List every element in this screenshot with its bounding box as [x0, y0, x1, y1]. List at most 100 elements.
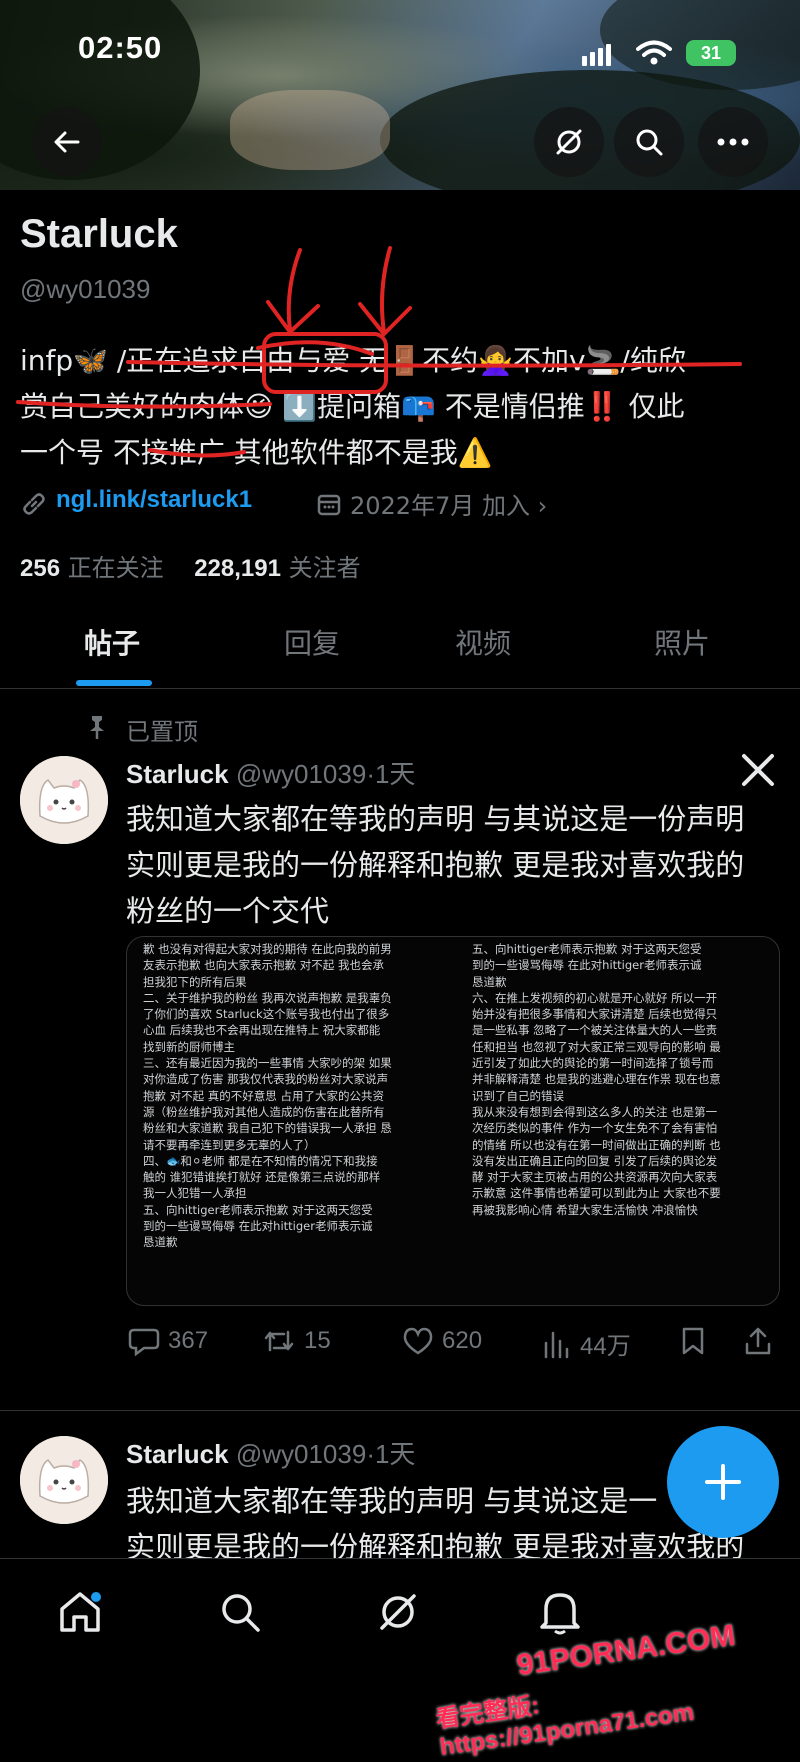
statement-line: 对你造成了伤害 那我仅代表我的粉丝对大家说声: [143, 1072, 389, 1087]
statement-line: 歉 也没有对得起大家对我的期待 在此向我的前男: [143, 942, 392, 956]
following-count: 256: [20, 555, 61, 582]
tab-replies[interactable]: 回复: [284, 622, 340, 662]
more-icon: [717, 138, 749, 146]
statement-line: 二、关于维护我的粉丝 我再次说声抱歉 是我辜负: [143, 990, 392, 1005]
status-time: 02:50: [78, 30, 163, 65]
grok-button[interactable]: [534, 107, 604, 177]
search-button[interactable]: [614, 107, 684, 177]
post-text-line: 我知道大家都在等我的声明 与其说这是一份声明: [126, 802, 745, 836]
statement-line: 是一些私事 忽略了一个被关注体量大的人一些责: [472, 1023, 718, 1038]
battery-indicator: 31: [686, 40, 736, 66]
statement-line: 始并没有把很多事情和大家讲清楚 后续也觉得只: [472, 1007, 718, 1022]
repost-icon: [264, 1330, 294, 1352]
share-icon: [745, 1327, 771, 1355]
views-icon: [544, 1331, 569, 1358]
following-label: 正在关注: [67, 554, 164, 582]
statement-line: 识到了自己的错误: [472, 1088, 564, 1103]
statement-line: 的情绪 所以也没有在第一时间做出正确的判断 也: [472, 1137, 721, 1152]
notification-icon: [540, 1593, 580, 1635]
statement-line: 没有发出正确且正向的回复 引发了后续的舆论发: [472, 1153, 718, 1168]
reply-icon: [128, 1328, 160, 1356]
statement-line: 六、在推上发视频的初心就是开心就好 所以一开: [472, 990, 718, 1005]
statement-right-column: 五、向hittiger老师表示抱歉 对于这两天您受 到的一些谩骂侮辱 在此对hit…: [472, 941, 772, 1218]
statement-line: 次经历类似的事件 作为一个女生免不了会有害怕: [472, 1121, 718, 1136]
followers-count: 228,191: [194, 555, 281, 582]
statement-line: 到的一些谩骂侮辱 在此对hittiger老师表示诚: [143, 1219, 373, 1234]
back-button[interactable]: [32, 107, 102, 177]
post-meta: @wy01039·1天: [235, 759, 416, 789]
post-author[interactable]: Starluck: [126, 1439, 229, 1469]
join-date: 2022年7月 加入 ›: [350, 492, 548, 520]
reply-button[interactable]: 367: [128, 1326, 208, 1356]
statement-line: 五、向hittiger老师表示抱歉 对于这两天您受: [472, 942, 702, 956]
nav-grok[interactable]: [372, 1586, 424, 1638]
statement-line: 五、向hittiger老师表示抱歉 对于这两天您受: [143, 1202, 373, 1217]
statement-line: 四、🐟和⚪老师 都是在不知情的情况下和我接: [143, 1153, 378, 1168]
nav-notifications[interactable]: [534, 1586, 586, 1638]
statement-line: 我从来没有想到会得到这么多人的关注 也是第一: [472, 1104, 718, 1119]
profile-link[interactable]: ngl.link/starluck1: [56, 486, 252, 514]
post-author[interactable]: Starluck: [126, 759, 229, 789]
post-attachment-image[interactable]: 歉 也没有对得起大家对我的期待 在此向我的前男 友表示抱歉 也向大家表示抱歉 对不…: [126, 936, 780, 1306]
tabs-divider: [0, 688, 800, 689]
red-annotation-box: [262, 332, 388, 394]
statement-line: 友表示抱歉 也向大家表示抱歉 对不起 我也会承: [143, 958, 384, 973]
back-arrow-icon: [54, 131, 80, 153]
nav-home[interactable]: [54, 1586, 106, 1638]
statement-line: 了你们的喜欢 Starluck这个账号我也付出了很多: [143, 1007, 390, 1022]
views-button[interactable]: 44万: [542, 1326, 631, 1361]
statement-line: 到的一些谩骂侮辱 在此对hittiger老师表示诚: [472, 958, 702, 973]
tab-photos[interactable]: 照片: [654, 622, 710, 662]
pin-icon: [90, 716, 104, 739]
statement-line: 粉丝和大家道歉 我自己犯下的错误我一人承担 恳: [143, 1121, 392, 1136]
statement-line: 并非解释清楚 也是我的逃避心理在作祟 现在也意: [472, 1072, 721, 1087]
statement-line: 抱歉 对不起 真的不好意思 占用了大家的公共资: [143, 1088, 384, 1103]
post-header: Starluck @wy01039·1天: [126, 754, 415, 791]
repost-count: 15: [304, 1327, 331, 1354]
statement-line: 触的 谁犯错谁挨打就好 还是像第三点说的那样: [143, 1170, 381, 1185]
statement-line: 源（粉丝维护我对其他人造成的伤害在此替所有: [143, 1104, 385, 1119]
grok-icon: [556, 129, 582, 155]
tab-posts[interactable]: 帖子: [84, 622, 140, 662]
repost-button[interactable]: 15: [262, 1326, 331, 1356]
cat-avatar-icon: [20, 1436, 108, 1524]
statement-line: 酵 对于大家主页被占用的公共资源再次向大家表: [472, 1170, 718, 1185]
header-banner: [0, 0, 800, 190]
statement-line: 请不要再牵连到更多无辜的人了）: [143, 1137, 316, 1152]
cat-avatar-icon: [20, 756, 108, 844]
banner-beach: [230, 90, 390, 170]
compose-button[interactable]: [667, 1426, 779, 1538]
share-button[interactable]: [744, 1326, 772, 1356]
post-text-line: 粉丝的一个交代: [126, 894, 330, 928]
post-text: 我知道大家都在等我的声明 与其说这是一份声明 实则更是我的一份解释和抱歉 更是我…: [126, 796, 786, 934]
post-header: Starluck @wy01039·1天: [126, 1434, 415, 1471]
bookmark-icon: [682, 1327, 704, 1355]
home-icon: [60, 1592, 101, 1632]
statement-line: 担我犯下的所有后果: [143, 974, 247, 989]
statement-line: 找到新的厨师博主: [143, 1039, 235, 1054]
follow-stats: 256 正在关注 228,191 关注者: [20, 548, 361, 583]
like-button[interactable]: 620: [402, 1326, 482, 1356]
nav-search[interactable]: [214, 1586, 266, 1638]
tab-videos[interactable]: 视频: [455, 622, 511, 662]
search-icon: [636, 129, 663, 156]
post-divider: [0, 1410, 800, 1411]
followers-label: 关注者: [288, 554, 361, 582]
avatar[interactable]: [20, 756, 108, 844]
statement-line: 我一人犯错一人承担: [143, 1186, 247, 1201]
x-logo-icon: [742, 754, 774, 786]
plus-icon: [705, 1464, 741, 1500]
link-icon: [23, 493, 45, 515]
views-count: 44万: [580, 1333, 631, 1360]
statement-line: 任和担当 也忽视了对大家正常三观导向的影响 最: [472, 1039, 721, 1054]
wifi-icon: [636, 40, 672, 65]
like-icon: [403, 1327, 433, 1355]
bookmark-button[interactable]: [680, 1326, 706, 1356]
statement-line: 三、还有最近因为我的一些事情 大家吵的架 如果: [143, 1056, 392, 1071]
more-button[interactable]: [698, 107, 768, 177]
followers-stat[interactable]: 228,191 关注者: [194, 554, 360, 582]
statement-line: 近引发了如此大的舆论的第一时间选择了锁号而: [472, 1056, 714, 1071]
following-stat[interactable]: 256 正在关注: [20, 554, 164, 582]
avatar[interactable]: [20, 1436, 108, 1524]
pinned-label: 已置顶: [126, 718, 198, 746]
